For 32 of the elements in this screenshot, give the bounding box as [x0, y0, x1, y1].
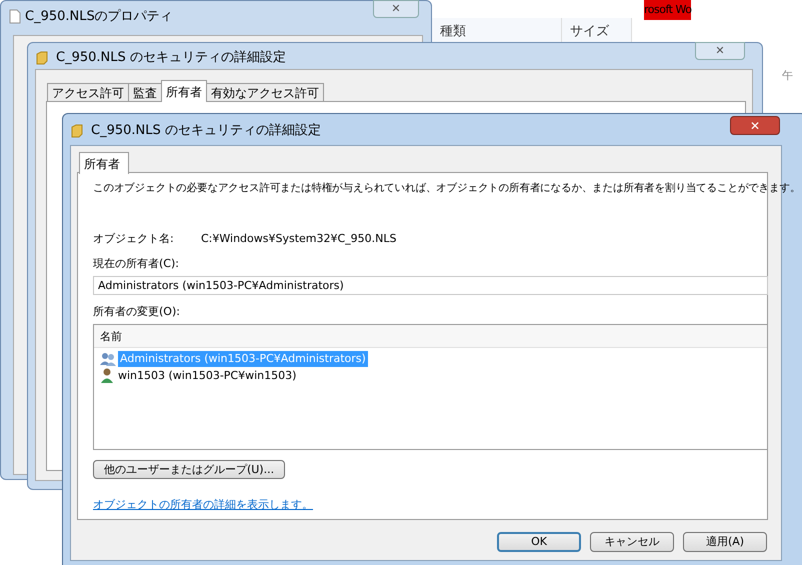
details-link[interactable]: オブジェクトの所有者の詳細を表示します。 — [93, 497, 313, 514]
object-name-text: C:¥Windows¥System32¥C_950.NLS — [201, 230, 397, 247]
window-title: C_950.NLS のセキュリティの詳細設定 — [56, 49, 286, 67]
tab[interactable]: 有効なアクセス許可 — [206, 83, 324, 102]
tab[interactable]: 所有者 — [161, 80, 207, 102]
column-header[interactable]: サイズ — [562, 18, 632, 42]
dialog-button[interactable]: キャンセル — [590, 532, 674, 552]
clock-text: 午 — [782, 68, 793, 84]
tab[interactable]: 監査 — [128, 83, 162, 102]
users-icon — [100, 352, 116, 366]
window-title: C_950.NLS のセキュリティの詳細設定 — [91, 122, 321, 140]
tab[interactable]: 所有者 — [79, 152, 129, 174]
folder-icon — [36, 50, 48, 65]
column-header[interactable]: 種類 — [432, 18, 562, 42]
tab[interactable]: アクセス許可 — [47, 83, 129, 102]
user-icon — [100, 368, 114, 384]
dialog-button[interactable]: OK — [497, 532, 581, 552]
close-button[interactable]: ✕ — [695, 42, 745, 60]
dialog-button[interactable]: 適用(A) — [683, 532, 767, 552]
other-users-button[interactable]: 他のユーザーまたはグループ(U)... — [93, 460, 285, 480]
description-text: このオブジェクトの必要なアクセス許可または特権が与えられていれば、オブジェクトの所有者になるか、または所有者を割り当てることができます。 — [93, 181, 800, 196]
folder-icon — [71, 124, 83, 138]
field-label: 現在の所有者(C): — [93, 256, 180, 272]
column-header[interactable]: 名前 — [94, 325, 767, 348]
window-title: C_950.NLSのプロパティ — [25, 8, 173, 26]
list-item[interactable]: win1503 (win1503-PC¥win1503) — [116, 368, 298, 384]
current-owner-field[interactable]: Administrators (win1503-PC¥Administrators) — [93, 276, 768, 295]
document-icon — [9, 9, 21, 24]
close-button[interactable]: ✕ — [730, 116, 780, 135]
field-label: 所有者の変更(O): — [93, 304, 181, 320]
close-button[interactable]: ✕ — [373, 0, 419, 18]
field-label: オブジェクト名: — [93, 230, 175, 247]
